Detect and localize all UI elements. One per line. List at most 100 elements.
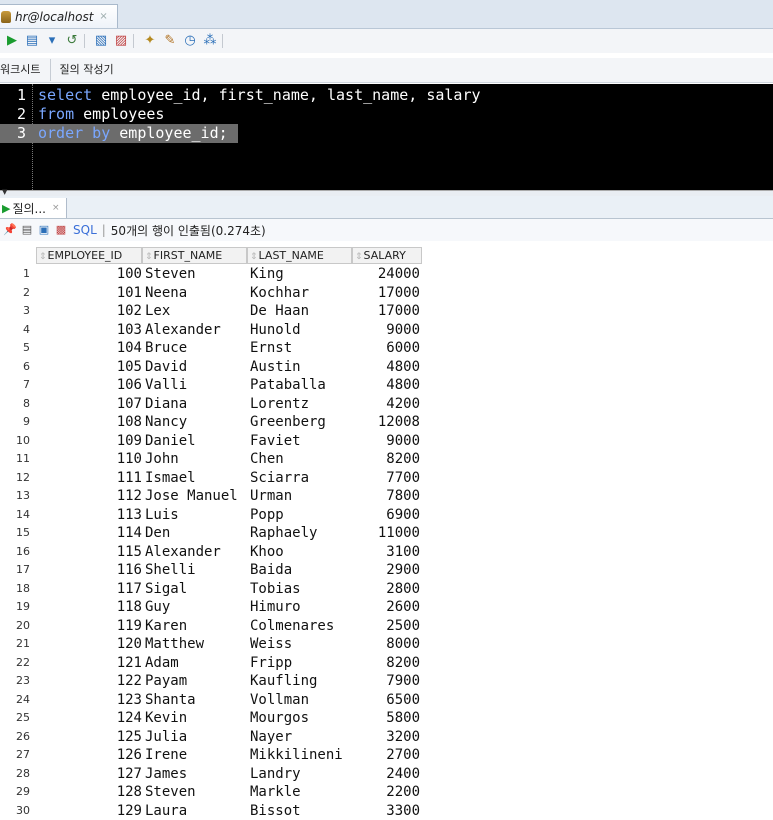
last-name-cell[interactable]: Raphaely — [250, 524, 317, 542]
last-name-cell[interactable]: Fripp — [250, 654, 292, 672]
table-row[interactable]: 8107DianaLorentz4200 — [0, 395, 430, 414]
salary-cell[interactable]: 3300 — [355, 802, 420, 820]
first-name-cell[interactable]: Guy — [145, 598, 170, 616]
first-name-cell[interactable]: Ismael — [145, 469, 196, 487]
employee-id-cell[interactable]: 118 — [37, 598, 142, 616]
first-name-cell[interactable]: Irene — [145, 746, 187, 764]
first-name-cell[interactable]: Kevin — [145, 709, 187, 727]
employee-id-cell[interactable]: 108 — [37, 413, 142, 431]
tab-query-builder[interactable]: 질의 작성기 — [59, 59, 123, 81]
salary-cell[interactable]: 6500 — [355, 691, 420, 709]
first-name-cell[interactable]: Diana — [145, 395, 187, 413]
employee-id-cell[interactable]: 110 — [37, 450, 142, 468]
employee-id-cell[interactable]: 107 — [37, 395, 142, 413]
first-name-cell[interactable]: Matthew — [145, 635, 204, 653]
first-name-cell[interactable]: Steven — [145, 783, 196, 801]
last-name-cell[interactable]: Sciarra — [250, 469, 309, 487]
salary-cell[interactable]: 9000 — [355, 321, 420, 339]
table-row[interactable]: 10109DanielFaviet9000 — [0, 432, 430, 451]
first-name-cell[interactable]: James — [145, 765, 187, 783]
first-name-cell[interactable]: Karen — [145, 617, 187, 635]
table-row[interactable]: 14113LuisPopp6900 — [0, 506, 430, 525]
table-row[interactable]: 26125JuliaNayer3200 — [0, 728, 430, 747]
first-name-cell[interactable]: Jose Manuel — [145, 487, 238, 505]
last-name-cell[interactable]: Kochhar — [250, 284, 309, 302]
table-row[interactable]: 12111IsmaelSciarra7700 — [0, 469, 430, 488]
employee-id-cell[interactable]: 115 — [37, 543, 142, 561]
history-icon[interactable]: ◷ — [182, 33, 198, 49]
table-row[interactable]: 22121AdamFripp8200 — [0, 654, 430, 673]
employee-id-cell[interactable]: 116 — [37, 561, 142, 579]
salary-cell[interactable]: 5800 — [355, 709, 420, 727]
run-script-icon[interactable]: ▤ — [24, 33, 40, 49]
first-name-cell[interactable]: Neena — [145, 284, 187, 302]
table-row[interactable]: 15114DenRaphaely11000 — [0, 524, 430, 543]
last-name-cell[interactable]: Urman — [250, 487, 292, 505]
last-name-cell[interactable]: Hunold — [250, 321, 301, 339]
autotrace-icon[interactable]: ▨ — [113, 33, 129, 49]
last-name-cell[interactable]: Vollman — [250, 691, 309, 709]
last-name-cell[interactable]: Tobias — [250, 580, 301, 598]
last-name-cell[interactable]: Lorentz — [250, 395, 309, 413]
employee-id-cell[interactable]: 105 — [37, 358, 142, 376]
employee-id-cell[interactable]: 122 — [37, 672, 142, 690]
first-name-cell[interactable]: Payam — [145, 672, 187, 690]
run-statement-icon[interactable]: ▶ — [4, 33, 20, 49]
employee-id-cell[interactable]: 121 — [37, 654, 142, 672]
employee-id-cell[interactable]: 128 — [37, 783, 142, 801]
first-name-cell[interactable]: Valli — [145, 376, 187, 394]
last-name-cell[interactable]: Weiss — [250, 635, 292, 653]
column-header-last-name[interactable]: ⇕LAST_NAME — [247, 247, 352, 264]
salary-cell[interactable]: 12008 — [355, 413, 420, 431]
salary-cell[interactable]: 8200 — [355, 450, 420, 468]
salary-cell[interactable]: 2200 — [355, 783, 420, 801]
tab-worksheet[interactable]: 워크시트 — [0, 59, 51, 81]
table-row[interactable]: 7106ValliPataballa4800 — [0, 376, 430, 395]
last-name-cell[interactable]: Ernst — [250, 339, 292, 357]
code-line[interactable]: order by employee_id; — [38, 124, 228, 143]
sql-link[interactable]: SQL — [73, 223, 97, 237]
last-name-cell[interactable]: Austin — [250, 358, 301, 376]
first-name-cell[interactable]: Den — [145, 524, 170, 542]
salary-cell[interactable]: 4800 — [355, 376, 420, 394]
first-name-cell[interactable]: John — [145, 450, 179, 468]
explain-plan-icon[interactable]: ▧ — [93, 33, 109, 49]
last-name-cell[interactable]: Bissot — [250, 802, 301, 820]
table-row[interactable]: 4103AlexanderHunold9000 — [0, 321, 430, 340]
table-row[interactable]: 25124KevinMourgos5800 — [0, 709, 430, 728]
last-name-cell[interactable]: Pataballa — [250, 376, 326, 394]
salary-cell[interactable]: 4800 — [355, 358, 420, 376]
table-row[interactable]: 24123ShantaVollman6500 — [0, 691, 430, 710]
salary-cell[interactable]: 2400 — [355, 765, 420, 783]
salary-cell[interactable]: 17000 — [355, 284, 420, 302]
tab-query-result[interactable]: ▶ 질의... × — [0, 198, 67, 218]
employee-id-cell[interactable]: 101 — [37, 284, 142, 302]
first-name-cell[interactable]: Daniel — [145, 432, 196, 450]
table-row[interactable]: 27126IreneMikkilineni2700 — [0, 746, 430, 765]
salary-cell[interactable]: 7900 — [355, 672, 420, 690]
first-name-cell[interactable]: Alexander — [145, 321, 221, 339]
rollback-icon[interactable]: ↺ — [64, 33, 80, 49]
table-row[interactable]: 3102LexDe Haan17000 — [0, 302, 430, 321]
salary-cell[interactable]: 11000 — [355, 524, 420, 542]
first-name-cell[interactable]: Shelli — [145, 561, 196, 579]
employee-id-cell[interactable]: 111 — [37, 469, 142, 487]
first-name-cell[interactable]: Lex — [145, 302, 170, 320]
employee-id-cell[interactable]: 117 — [37, 580, 142, 598]
table-row[interactable]: 1100StevenKing24000 — [0, 265, 430, 284]
first-name-cell[interactable]: Alexander — [145, 543, 221, 561]
last-name-cell[interactable]: Greenberg — [250, 413, 326, 431]
table-row[interactable]: 23122PayamKaufling7900 — [0, 672, 430, 691]
salary-cell[interactable]: 6900 — [355, 506, 420, 524]
table-row[interactable]: 19118GuyHimuro2600 — [0, 598, 430, 617]
employee-id-cell[interactable]: 103 — [37, 321, 142, 339]
employee-id-cell[interactable]: 112 — [37, 487, 142, 505]
salary-cell[interactable]: 4200 — [355, 395, 420, 413]
salary-cell[interactable]: 3200 — [355, 728, 420, 746]
first-name-cell[interactable]: Steven — [145, 265, 196, 283]
employee-id-cell[interactable]: 124 — [37, 709, 142, 727]
connection-tab[interactable]: hr@localhost × — [0, 4, 118, 28]
last-name-cell[interactable]: Kaufling — [250, 672, 317, 690]
salary-cell[interactable]: 24000 — [355, 265, 420, 283]
table-row[interactable]: 17116ShelliBaida2900 — [0, 561, 430, 580]
